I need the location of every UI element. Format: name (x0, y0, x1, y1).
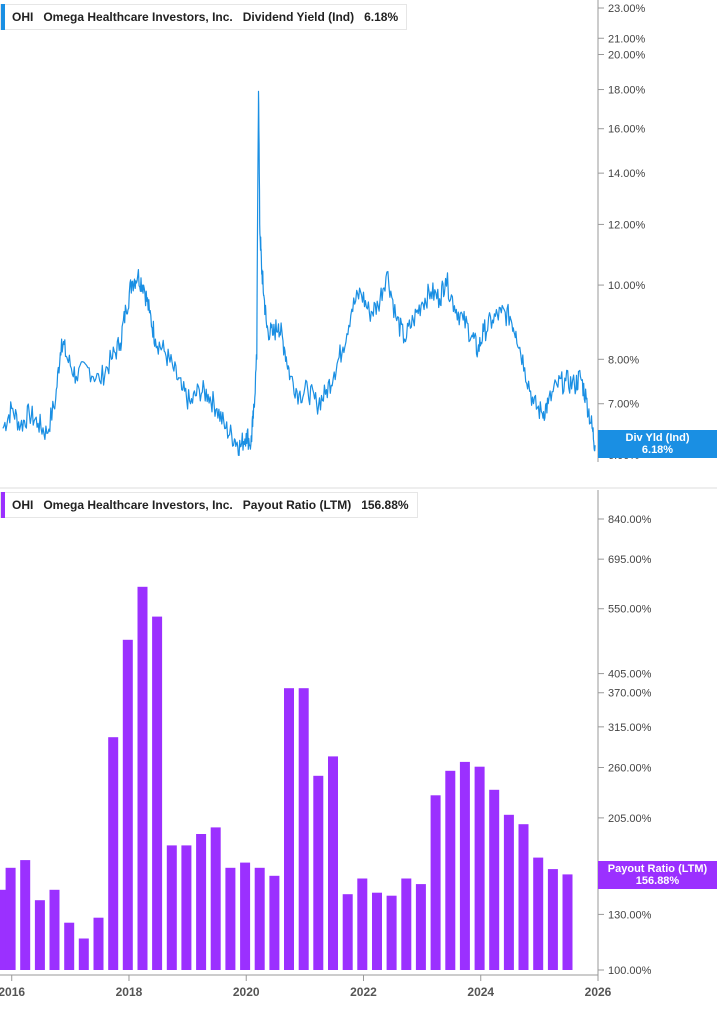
payout-ratio-bar (196, 834, 207, 970)
payout-ratio-bar (93, 917, 104, 970)
payout-ratio-bar (5, 867, 16, 970)
payout-ratio-bar (269, 875, 280, 970)
payout-ratio-bar (503, 814, 514, 970)
payout-ratio-bar (78, 938, 89, 970)
payout-ratio-bar (137, 586, 148, 970)
payout-ratio-bar (64, 922, 75, 970)
yield-ytick-label: 23.00% (608, 3, 646, 15)
payout-ratio-bar (225, 867, 236, 970)
payout-ratio-bar (445, 770, 456, 970)
xtick-label: 2018 (116, 985, 143, 999)
yield-legend-ticker: OHI (12, 10, 34, 24)
payout-ytick-label: 550.00% (608, 604, 652, 616)
payout-ytick-label: 405.00% (608, 669, 652, 681)
payout-ratio-bar (474, 766, 485, 970)
dividend-yield-line (2, 90, 596, 456)
payout-ratio-bar (547, 869, 558, 970)
yield-value-tag: Div Yld (Ind) 6.18% (598, 430, 717, 458)
payout-ratio-bar (313, 775, 324, 970)
xtick-label: 2026 (585, 985, 612, 999)
yield-ytick-label: 7.00% (608, 399, 639, 411)
yield-tag-label: Div Yld (Ind) (625, 432, 690, 444)
payout-ratio-bar (210, 827, 221, 970)
payout-legend: OHI Omega Healthcare Investors, Inc. Pay… (0, 492, 418, 518)
yield-legend-value: 6.18% (364, 10, 399, 24)
payout-legend-ticker: OHI (12, 498, 34, 512)
payout-ratio-bar (49, 889, 60, 970)
payout-ytick-label: 130.00% (608, 909, 652, 921)
payout-ratio-bar (328, 756, 338, 970)
yield-legend-swatch (1, 4, 5, 30)
payout-ytick-label: 840.00% (608, 514, 652, 526)
yield-tag-value: 6.18% (641, 444, 674, 456)
payout-ratio-bar (152, 616, 163, 970)
payout-ratio-bar (430, 795, 441, 970)
xtick-label: 2016 (0, 985, 25, 999)
payout-ratio-bar (489, 789, 500, 970)
payout-ytick-label: 205.00% (608, 813, 652, 825)
payout-ytick-label: 695.00% (608, 554, 652, 566)
payout-tag-label: Payout Ratio (LTM) (607, 863, 708, 875)
payout-legend-swatch (1, 492, 5, 518)
payout-legend-metric: Payout Ratio (LTM) (242, 498, 352, 512)
xtick-label: 2024 (467, 985, 494, 999)
payout-ratio-bar (562, 874, 573, 970)
yield-ytick-label: 8.00% (608, 354, 639, 366)
payout-ratio-bar (181, 845, 192, 970)
payout-ratio-bar (108, 737, 119, 970)
yield-ytick-label: 18.00% (608, 85, 646, 97)
payout-ratio-bar (34, 900, 45, 970)
payout-ytick-label: 370.00% (608, 688, 652, 700)
payout-ytick-label: 315.00% (608, 722, 652, 734)
payout-tag-value: 156.88% (635, 875, 680, 887)
yield-ytick-label: 10.00% (608, 280, 646, 292)
yield-ytick-label: 16.00% (608, 124, 646, 136)
payout-ratio-bar (459, 761, 470, 970)
payout-ratio-bar (122, 639, 133, 970)
payout-ratio-bar (342, 894, 353, 970)
payout-value-tag: Payout Ratio (LTM) 156.88% (598, 861, 717, 889)
payout-ytick-label: 100.00% (608, 965, 652, 977)
payout-ratio-bar (372, 892, 382, 970)
payout-legend-company: Omega Healthcare Investors, Inc. (43, 498, 233, 512)
payout-ratio-bar (166, 845, 177, 970)
yield-legend-metric: Dividend Yield (Ind) (242, 10, 355, 24)
yield-ytick-label: 12.00% (608, 219, 646, 231)
payout-legend-value: 156.88% (361, 498, 409, 512)
payout-ratio-bar (401, 878, 412, 970)
payout-ratio-bar (386, 895, 397, 970)
payout-ratio-bar (415, 884, 426, 970)
yield-legend: OHI Omega Healthcare Investors, Inc. Div… (0, 4, 408, 30)
payout-ratio-bar (298, 688, 309, 970)
payout-ratio-bar (533, 857, 544, 970)
yield-ytick-label: 20.00% (608, 49, 646, 61)
payout-ratio-bar (357, 878, 368, 970)
payout-ratio-bar (254, 867, 265, 970)
xtick-label: 2022 (350, 985, 377, 999)
payout-ratio-bar (20, 860, 31, 970)
yield-legend-company: Omega Healthcare Investors, Inc. (43, 10, 233, 24)
payout-ratio-bar (240, 862, 251, 970)
yield-ytick-label: 21.00% (608, 33, 646, 45)
xtick-label: 2020 (233, 985, 260, 999)
payout-ytick-label: 260.00% (608, 763, 652, 775)
yield-ytick-label: 14.00% (608, 168, 646, 180)
payout-ratio-bar (284, 688, 294, 970)
payout-ratio-bar (518, 824, 529, 970)
